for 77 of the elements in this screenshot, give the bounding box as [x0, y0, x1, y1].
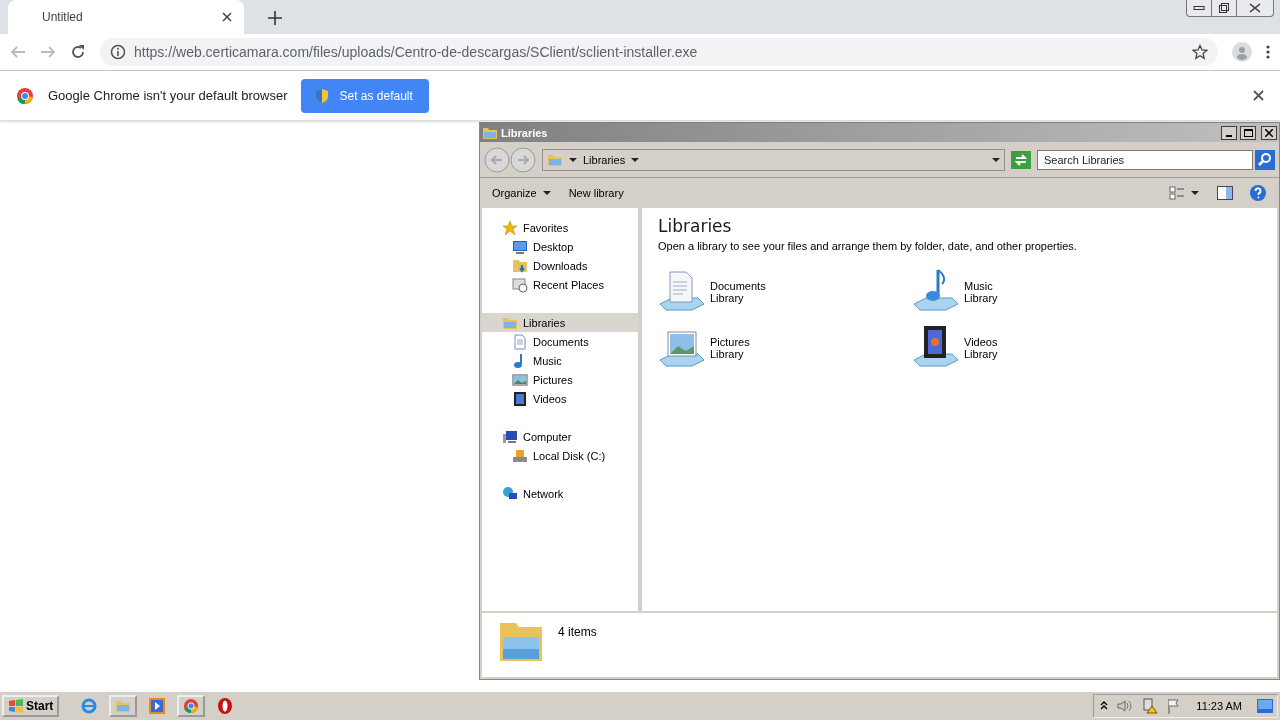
network-warning-icon[interactable]: [1142, 698, 1159, 714]
network-icon: [502, 485, 518, 502]
info-icon: [110, 44, 126, 60]
set-default-button[interactable]: Set as default: [301, 78, 429, 113]
toolbar-button[interactable]: Organize: [486, 184, 557, 202]
address-field[interactable]: Libraries: [542, 148, 1005, 171]
nav-item[interactable]: Videos: [482, 389, 638, 408]
breadcrumb-item[interactable]: Libraries: [583, 153, 626, 166]
picture-icon: [512, 371, 528, 388]
maximize-button[interactable]: [1240, 125, 1256, 140]
reload-icon[interactable]: [70, 44, 86, 60]
maximize-icon: [1243, 128, 1253, 137]
window-title: Libraries: [501, 126, 549, 139]
nav-item[interactable]: Recent Places: [482, 275, 638, 294]
refresh-button[interactable]: [1011, 150, 1031, 169]
minimize-button[interactable]: [1221, 125, 1237, 140]
address-bar[interactable]: https://web.certicamara.com/files/uploads/Centro-de-descargas/SClient/sclient-installer.exe: [100, 38, 1218, 66]
search-icon[interactable]: [1255, 149, 1275, 170]
chrome-logo-icon: [16, 86, 34, 105]
computer-icon: [502, 428, 518, 445]
browser-tab[interactable]: Untitled: [8, 0, 244, 34]
nav-item[interactable]: Computer: [482, 427, 638, 446]
nav-item[interactable]: Desktop: [482, 237, 638, 256]
recent-places-icon: [512, 276, 528, 293]
star-icon[interactable]: [1192, 44, 1208, 60]
close-button[interactable]: [1261, 125, 1277, 140]
toolbar-button[interactable]: New library: [562, 184, 630, 202]
shield-icon: [315, 87, 330, 104]
library-label[interactable]: Music Library: [964, 280, 998, 304]
description-text: Open a library to see your files and arrange them by folder, date, and other properties.: [658, 240, 1078, 252]
nav-item[interactable]: Music: [482, 351, 638, 370]
dropdown-icon: [1191, 191, 1199, 195]
nav-item[interactable]: Network: [482, 484, 638, 503]
nav-item[interactable]: Libraries: [482, 313, 638, 332]
flag-icon[interactable]: [1167, 698, 1182, 714]
windows-logo-icon: [8, 699, 24, 713]
help-icon[interactable]: [1249, 184, 1267, 202]
preview-pane-icon[interactable]: [1217, 186, 1233, 200]
profile-avatar-icon[interactable]: [1232, 42, 1252, 62]
library-label[interactable]: Pictures Library: [710, 336, 750, 360]
chevron-up-icon[interactable]: [1100, 701, 1109, 711]
film-icon: [512, 390, 528, 407]
close-icon[interactable]: [222, 12, 232, 22]
speaker-icon[interactable]: [1117, 699, 1134, 713]
url-text: https://web.certicamara.com/files/uploads/Centro-de-descargas/SClient/sclient-installer.exe: [134, 44, 699, 60]
restore-icon: [1218, 2, 1230, 14]
dropdown-icon: [992, 157, 1000, 162]
new-tab-icon[interactable]: [268, 11, 282, 25]
tab-title: Untitled: [42, 10, 83, 24]
caret-icon: [631, 157, 640, 162]
nav-item[interactable]: Favorites: [482, 218, 638, 237]
star-icon: [502, 219, 518, 236]
view-options-icon[interactable]: [1169, 186, 1185, 200]
clock: 11:23 AM: [1196, 700, 1242, 712]
minimize-icon: [1193, 6, 1205, 10]
nav-item[interactable]: Documents: [482, 332, 638, 351]
caret-icon: [569, 157, 577, 162]
nav-item[interactable]: Local Disk (C:): [482, 446, 638, 465]
download-folder-icon: [512, 257, 528, 274]
library-label[interactable]: Videos Library: [964, 336, 998, 360]
infobar-message: Google Chrome isn't your default browser: [48, 88, 288, 103]
start-button[interactable]: Start: [2, 695, 60, 717]
document-icon: [512, 333, 528, 350]
library-label[interactable]: Documents Library: [710, 280, 766, 304]
close-icon: [1265, 128, 1273, 137]
nav-item[interactable]: Pictures: [482, 370, 638, 389]
minimize-icon: [1226, 134, 1232, 137]
search-field[interactable]: Search Libraries: [1037, 149, 1253, 170]
monitor-icon: [512, 238, 528, 255]
close-icon[interactable]: [1253, 90, 1264, 101]
close-icon: [1249, 3, 1261, 13]
disk-icon: [512, 447, 528, 464]
chrome-icon[interactable]: [177, 695, 206, 717]
item-count: 4 items: [558, 625, 597, 639]
nav-item[interactable]: Downloads: [482, 256, 638, 275]
menu-icon[interactable]: [1266, 44, 1270, 60]
page-heading: Libraries: [658, 216, 733, 236]
